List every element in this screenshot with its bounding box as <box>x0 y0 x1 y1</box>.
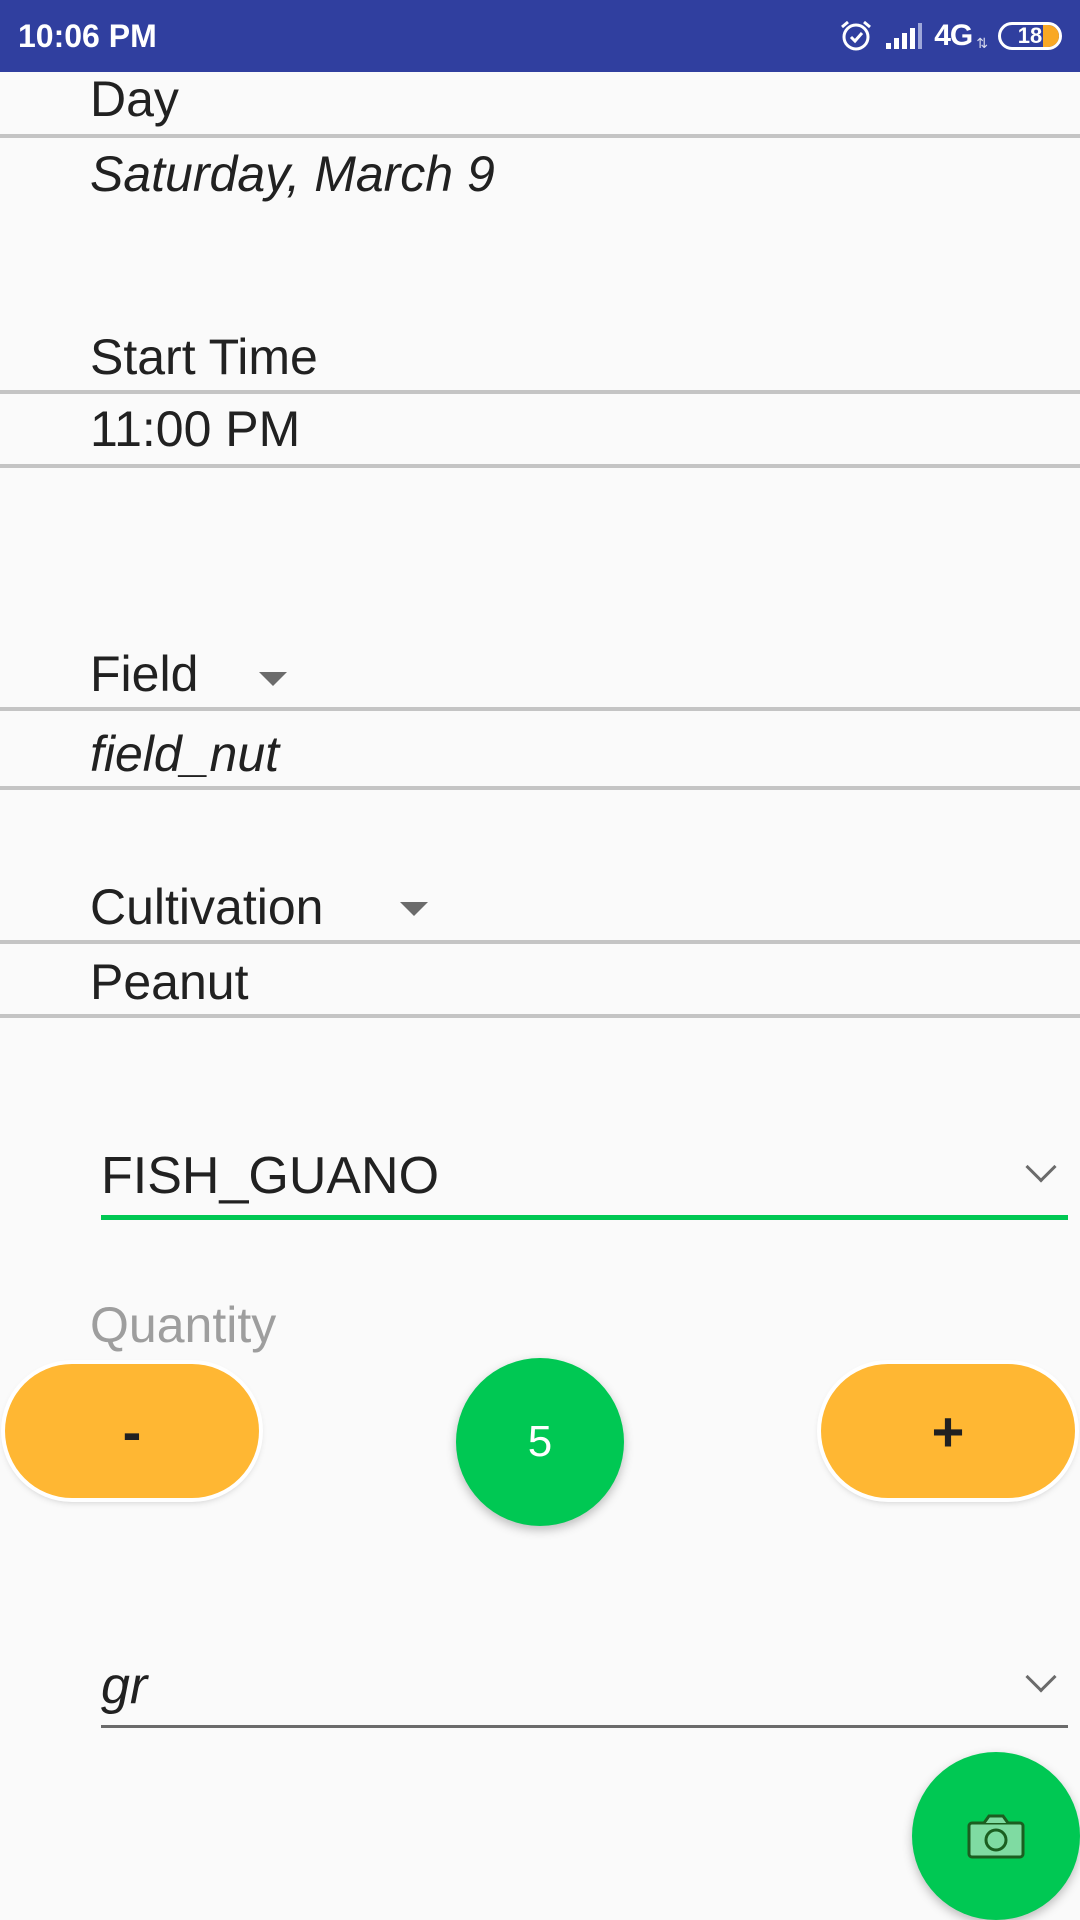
increase-quantity-button[interactable]: + <box>821 1364 1075 1498</box>
chevron-down-icon <box>1025 1661 1057 1693</box>
quantity-value: 5 <box>456 1358 624 1526</box>
cultivation-dropdown-icon[interactable] <box>400 902 428 916</box>
divider <box>0 1014 1080 1018</box>
field-value[interactable]: field_nut <box>90 725 279 783</box>
field-dropdown-icon[interactable] <box>259 672 287 686</box>
spinner-underline-active <box>101 1215 1068 1220</box>
start-time-label: Start Time <box>90 329 318 385</box>
status-icons: 4G ⇅ 18 <box>838 0 1062 72</box>
fertilizer-spinner[interactable]: FISH_GUANO <box>101 1140 1068 1220</box>
divider <box>0 464 1080 468</box>
start-time-value[interactable]: 11:00 PM <box>90 400 300 458</box>
divider <box>0 134 1080 138</box>
decrease-quantity-button[interactable]: - <box>5 1364 259 1498</box>
unit-selected: gr <box>101 1657 148 1715</box>
camera-button[interactable] <box>912 1752 1080 1920</box>
day-value[interactable]: Saturday, March 9 <box>90 145 495 203</box>
alarm-icon <box>841 20 872 51</box>
battery-icon: 18 <box>998 22 1062 50</box>
divider <box>0 390 1080 394</box>
divider <box>0 707 1080 711</box>
cultivation-label: Cultivation <box>90 879 324 935</box>
spinner-underline <box>101 1725 1068 1728</box>
divider <box>0 940 1080 944</box>
divider <box>0 786 1080 790</box>
status-time: 10:06 PM <box>18 18 157 54</box>
signal-icon <box>886 23 923 49</box>
battery-level: 18 <box>1017 23 1043 48</box>
fertilizer-selected: FISH_GUANO <box>101 1147 440 1205</box>
cultivation-value[interactable]: Peanut <box>90 953 248 1011</box>
day-label: Day <box>90 71 179 127</box>
data-activity-icon: ⇅ <box>976 34 988 51</box>
camera-icon <box>967 1814 1025 1859</box>
quantity-label: Quantity <box>90 1297 277 1353</box>
chevron-down-icon <box>1025 1151 1057 1183</box>
unit-spinner[interactable]: gr <box>101 1650 1068 1728</box>
field-label: Field <box>90 646 199 702</box>
network-type: 4G <box>934 19 973 52</box>
status-bar: 10:06 PM 4G ⇅ 18 <box>0 0 1080 72</box>
